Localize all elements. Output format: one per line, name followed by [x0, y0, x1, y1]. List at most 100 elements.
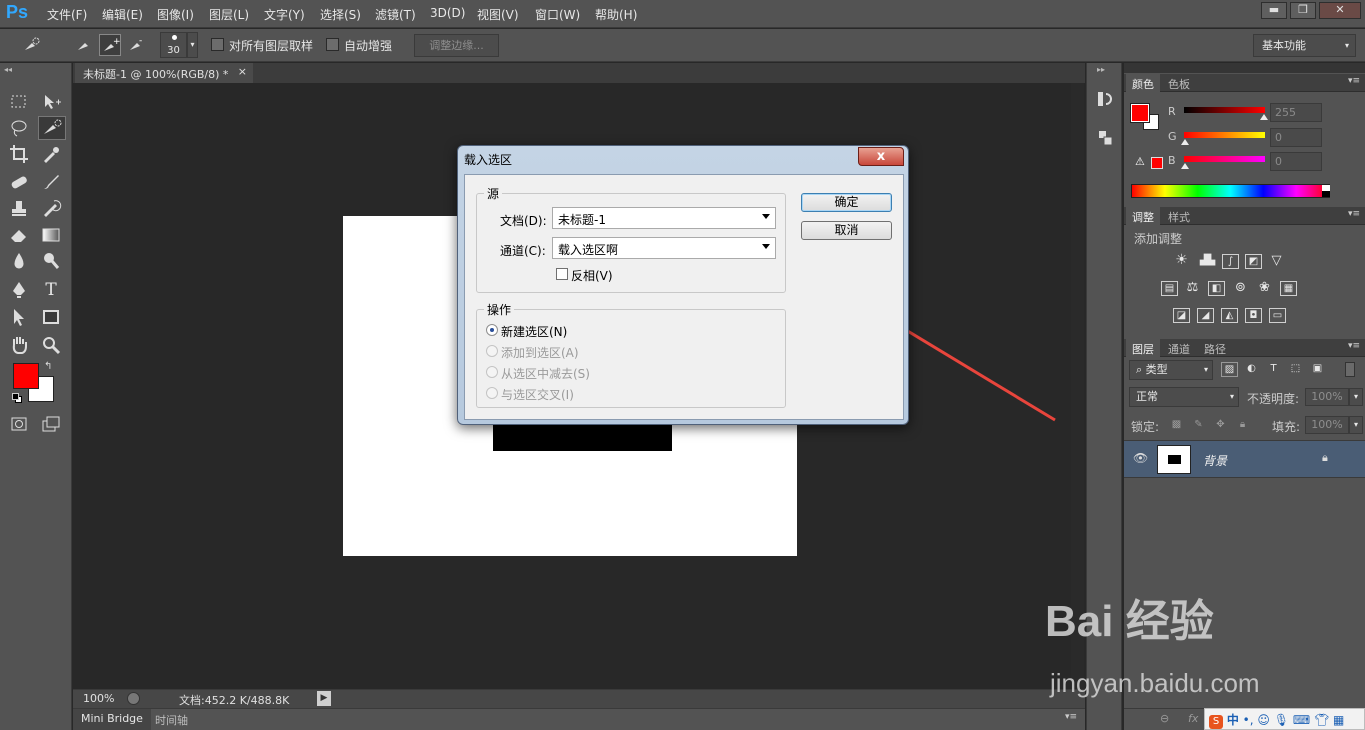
- invert-adjust-icon[interactable]: ◪: [1173, 308, 1190, 323]
- brush-tool[interactable]: [40, 171, 62, 193]
- color-spectrum-ramp[interactable]: [1131, 184, 1330, 198]
- layers-panel-menu-icon[interactable]: ▾≡: [1348, 341, 1360, 351]
- move-tool[interactable]: [40, 91, 62, 113]
- tab-color[interactable]: 颜色: [1126, 74, 1160, 92]
- tab-swatches[interactable]: 色板: [1162, 74, 1196, 92]
- exposure-adjust-icon[interactable]: ◩: [1245, 254, 1262, 269]
- lock-all-icon[interactable]: 🔒︎: [1234, 418, 1251, 433]
- layer-filter-dropdown[interactable]: ⌕ 类型 ▾: [1129, 360, 1213, 380]
- ok-button[interactable]: 确定: [801, 193, 892, 212]
- sample-all-layers-checkbox[interactable]: [211, 38, 224, 51]
- document-tab[interactable]: 未标题-1 @ 100%(RGB/8) * ×: [75, 63, 253, 83]
- subtract-from-selection-radio[interactable]: [486, 366, 498, 378]
- collapse-panels-icon[interactable]: ▸▸: [1097, 65, 1105, 74]
- document-select[interactable]: 未标题-1: [552, 207, 776, 229]
- menu-layer[interactable]: 图层(L): [209, 6, 249, 23]
- properties-panel-button[interactable]: [1094, 127, 1116, 149]
- new-selection-mode-button[interactable]: [74, 34, 96, 56]
- dialog-close-button[interactable]: x: [858, 147, 904, 166]
- menu-view[interactable]: 视图(V): [477, 6, 519, 23]
- color-balance-adjust-icon[interactable]: ⚖: [1184, 281, 1201, 296]
- intersect-selection-radio[interactable]: [486, 387, 498, 399]
- close-tab-icon[interactable]: ×: [238, 65, 247, 78]
- color-lookup-adjust-icon[interactable]: ▦: [1280, 281, 1297, 296]
- tab-paths[interactable]: 路径: [1198, 339, 1232, 357]
- sogou-logo-icon[interactable]: S: [1209, 715, 1223, 729]
- lasso-tool[interactable]: [8, 117, 30, 139]
- eye-visibility-icon[interactable]: 👁︎: [1133, 451, 1148, 465]
- ime-smile-icon[interactable]: ☺: [1257, 713, 1270, 727]
- black-white-ramp[interactable]: [1322, 185, 1330, 197]
- quick-selection-tool[interactable]: [38, 116, 66, 140]
- channel-r-thumb[interactable]: [1260, 114, 1268, 120]
- link-layers-icon[interactable]: ⊖: [1160, 712, 1169, 725]
- fill-dropdown-icon[interactable]: ▾: [1349, 416, 1363, 434]
- levels-adjust-icon[interactable]: ▟▙: [1199, 254, 1216, 269]
- tab-adjustments[interactable]: 调整: [1126, 207, 1160, 225]
- filter-toggle-switch[interactable]: [1345, 362, 1355, 377]
- lock-transparent-icon[interactable]: ▩: [1168, 418, 1185, 433]
- subtract-selection-mode-button[interactable]: -: [126, 34, 148, 56]
- menu-filter[interactable]: 滤镜(T): [375, 6, 416, 23]
- blur-tool[interactable]: [8, 250, 30, 272]
- menu-window[interactable]: 窗口(W): [535, 6, 580, 23]
- layer-name[interactable]: 背景: [1203, 452, 1227, 469]
- tool-preset-picker[interactable]: [20, 34, 42, 56]
- filter-type-layer-icon[interactable]: T: [1265, 362, 1282, 377]
- menu-file[interactable]: 文件(F): [47, 6, 87, 23]
- channel-g-slider[interactable]: [1184, 132, 1265, 138]
- healing-tool[interactable]: [8, 171, 30, 193]
- ime-skin-icon[interactable]: 👕︎: [1314, 713, 1329, 727]
- auto-enhance-checkbox[interactable]: [326, 38, 339, 51]
- hand-tool[interactable]: [8, 334, 30, 356]
- collapse-arrows-icon[interactable]: ◂◂: [4, 65, 12, 74]
- fx-icon[interactable]: fx: [1188, 712, 1198, 725]
- zoom-level[interactable]: 100%: [83, 692, 114, 705]
- tab-channels[interactable]: 通道: [1162, 339, 1196, 357]
- quick-mask-button[interactable]: [8, 413, 30, 435]
- filter-shape-layer-icon[interactable]: ⬚: [1287, 362, 1304, 377]
- channel-mixer-adjust-icon[interactable]: ❀: [1256, 281, 1273, 296]
- tab-layers[interactable]: 图层: [1126, 339, 1160, 357]
- history-panel-button[interactable]: [1094, 88, 1116, 110]
- menu-3d[interactable]: 3D(D): [430, 6, 465, 20]
- brightness-adjust-icon[interactable]: ☀: [1173, 253, 1190, 269]
- menu-help[interactable]: 帮助(H): [595, 6, 637, 23]
- zoom-tool[interactable]: [40, 334, 62, 356]
- tab-styles[interactable]: 样式: [1162, 207, 1196, 225]
- workspace-switcher[interactable]: 基本功能 ▾: [1253, 34, 1356, 57]
- tab-timeline[interactable]: 时间轴: [149, 709, 194, 730]
- cancel-button[interactable]: 取消: [801, 221, 892, 240]
- channel-select[interactable]: 载入选区啊: [552, 237, 776, 259]
- channel-b-value[interactable]: 0: [1270, 152, 1322, 171]
- default-colors-icon[interactable]: [12, 393, 22, 403]
- opacity-dropdown-icon[interactable]: ▾: [1349, 388, 1363, 406]
- panel-menu-icon[interactable]: ▾≡: [1065, 712, 1077, 722]
- refine-edge-button[interactable]: 调整边缘...: [414, 34, 499, 57]
- hue-saturation-adjust-icon[interactable]: ▤: [1161, 281, 1178, 296]
- new-selection-radio[interactable]: [486, 324, 498, 336]
- channel-g-thumb[interactable]: [1181, 139, 1189, 145]
- restore-button[interactable]: ❐: [1290, 2, 1316, 19]
- invert-checkbox[interactable]: [556, 268, 568, 280]
- status-info-icon[interactable]: [127, 692, 140, 705]
- status-menu-arrow-icon[interactable]: ▶: [317, 691, 331, 706]
- blend-mode-dropdown[interactable]: 正常 ▾: [1129, 387, 1239, 407]
- filter-adjustment-layer-icon[interactable]: ◐: [1243, 362, 1260, 377]
- black-white-adjust-icon[interactable]: ◧: [1208, 281, 1225, 296]
- window-close-button[interactable]: ✕: [1319, 2, 1361, 19]
- posterize-adjust-icon[interactable]: ◢: [1197, 308, 1214, 323]
- ime-punct-icon[interactable]: •,: [1243, 713, 1254, 727]
- filter-smart-object-icon[interactable]: ▣: [1309, 362, 1326, 377]
- curves-adjust-icon[interactable]: ∫: [1222, 254, 1239, 269]
- brush-picker-dropdown[interactable]: ▾: [187, 32, 198, 58]
- menu-type[interactable]: 文字(Y): [264, 6, 305, 23]
- photo-filter-adjust-icon[interactable]: ⊚: [1232, 281, 1249, 296]
- threshold-adjust-icon[interactable]: ◭: [1221, 308, 1238, 323]
- pen-tool[interactable]: [8, 279, 30, 301]
- selective-color-adjust-icon[interactable]: ◘: [1245, 308, 1262, 323]
- adjustments-panel-menu-icon[interactable]: ▾≡: [1348, 209, 1360, 219]
- history-brush-tool[interactable]: [40, 197, 62, 219]
- path-selection-tool[interactable]: [8, 306, 30, 328]
- channel-g-value[interactable]: 0: [1270, 128, 1322, 147]
